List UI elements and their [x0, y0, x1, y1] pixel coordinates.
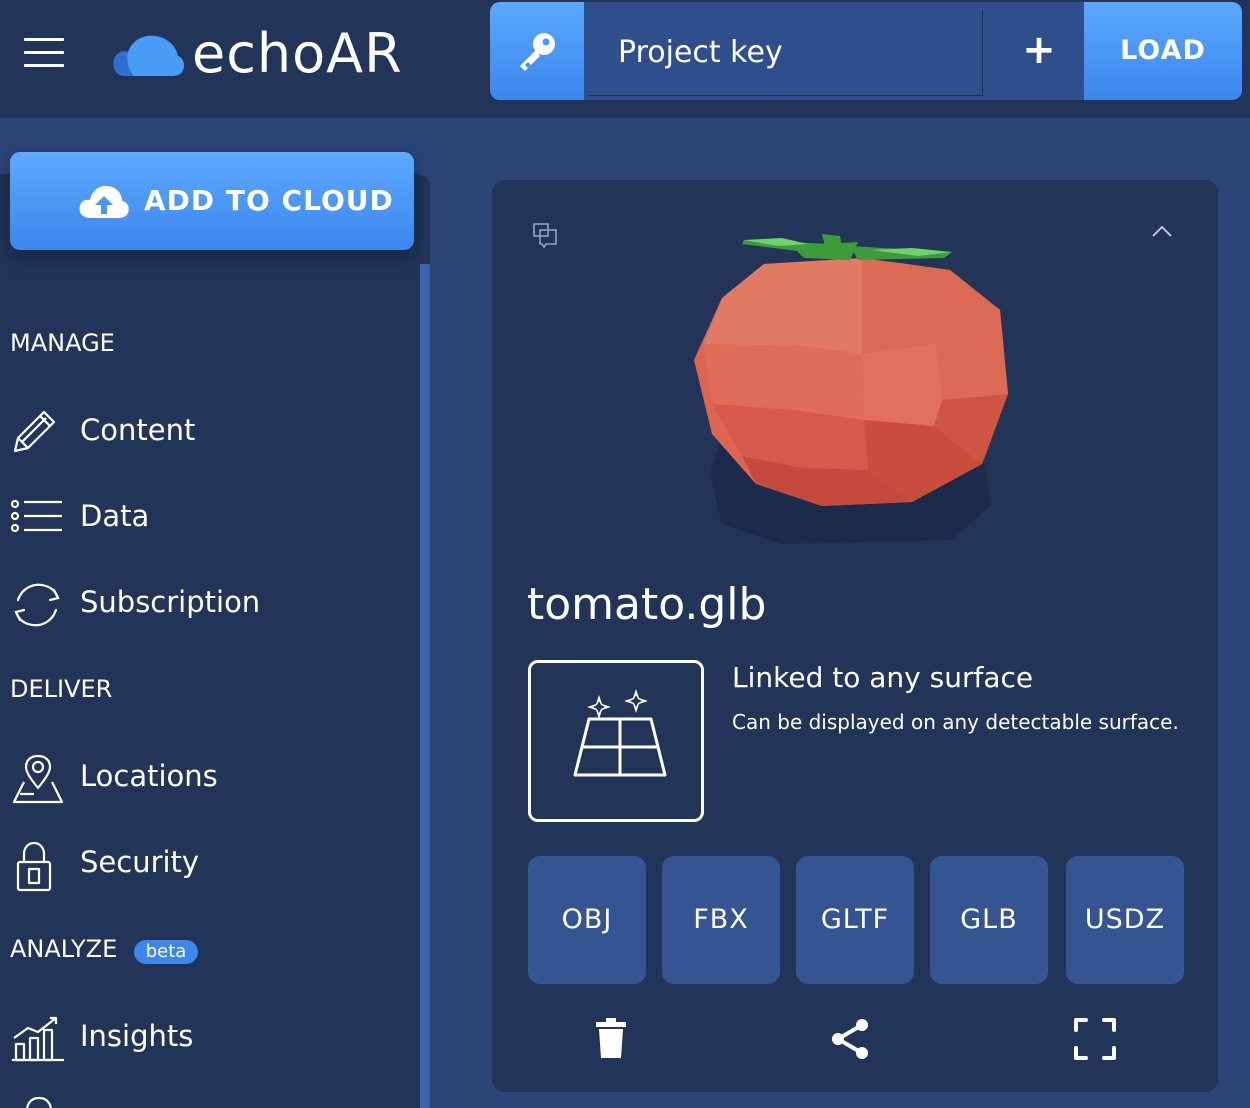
lock-icon [16, 841, 52, 892]
pencil-icon [13, 410, 56, 452]
sidebar-item-locations[interactable]: Locations [10, 746, 410, 806]
brand-logo: echoAR [192, 22, 403, 85]
sidebar-item-security[interactable]: Security [10, 832, 410, 892]
sidebar-scrollbar[interactable] [420, 264, 430, 1108]
sidebar-item-label: Data [80, 499, 150, 533]
beta-badge: beta [134, 940, 198, 964]
sidebar-item-label: Content [80, 413, 196, 447]
add-to-cloud-label: ADD TO CLOUD [144, 184, 394, 217]
cloud-logo-icon [113, 35, 185, 76]
add-to-cloud-button[interactable]: ADD TO CLOUD [10, 152, 414, 250]
surface-title: Linked to any surface [732, 661, 1034, 694]
surface-sparkle-icon [573, 689, 667, 777]
cloud-upload-icon [79, 185, 129, 218]
section-title-manage: MANAGE [10, 329, 115, 357]
list-icon [10, 499, 62, 533]
sidebar-item-label: Locations [80, 759, 218, 793]
format-button-fbx[interactable]: FBX [662, 856, 780, 984]
fullscreen-icon[interactable] [1074, 1018, 1116, 1060]
sidebar-item-label: Security [80, 845, 200, 879]
section-title-analyze: ANALYZE [10, 935, 118, 963]
model-preview[interactable] [682, 234, 1022, 554]
sidebar-item-data[interactable]: Data [10, 486, 410, 546]
key-button[interactable] [490, 2, 584, 100]
sidebar [0, 174, 430, 1108]
format-button-gltf[interactable]: GLTF [796, 856, 914, 984]
trash-icon[interactable] [596, 1018, 626, 1058]
project-key-bar: + LOAD [490, 2, 1242, 100]
share-icon[interactable] [830, 1018, 870, 1060]
asset-card: tomato.glb Linked to any surface Can be … [492, 180, 1218, 1092]
surface-description: Can be displayed on any detectable surfa… [732, 710, 1179, 734]
partial-nav-icon [25, 1096, 53, 1108]
chart-icon [12, 1016, 64, 1062]
project-key-input[interactable] [588, 10, 983, 96]
format-button-glb[interactable]: GLB [930, 856, 1048, 984]
menu-icon[interactable] [24, 38, 64, 68]
load-button[interactable]: LOAD [1084, 2, 1242, 100]
format-button-usdz[interactable]: USDZ [1066, 856, 1184, 984]
sidebar-item-insights[interactable]: Insights [10, 1006, 410, 1066]
section-title-deliver: DELIVER [10, 675, 113, 703]
surface-anchor-tile[interactable] [528, 660, 704, 822]
map-pin-icon [12, 754, 64, 804]
format-button-obj[interactable]: OBJ [528, 856, 646, 984]
asset-filename: tomato.glb [527, 579, 767, 630]
sidebar-item-content[interactable]: Content [10, 400, 410, 460]
top-header: echoAR + LOAD [0, 0, 1250, 118]
add-key-button[interactable]: + [994, 2, 1084, 100]
chevron-up-icon[interactable] [1150, 224, 1174, 238]
sidebar-item-label: Insights [80, 1019, 194, 1053]
sidebar-item-label: Subscription [80, 585, 261, 619]
sidebar-item-subscription[interactable]: Subscription [10, 572, 410, 632]
sync-icon [14, 583, 60, 627]
ar-view-icon[interactable] [532, 222, 558, 248]
key-icon [520, 33, 555, 71]
